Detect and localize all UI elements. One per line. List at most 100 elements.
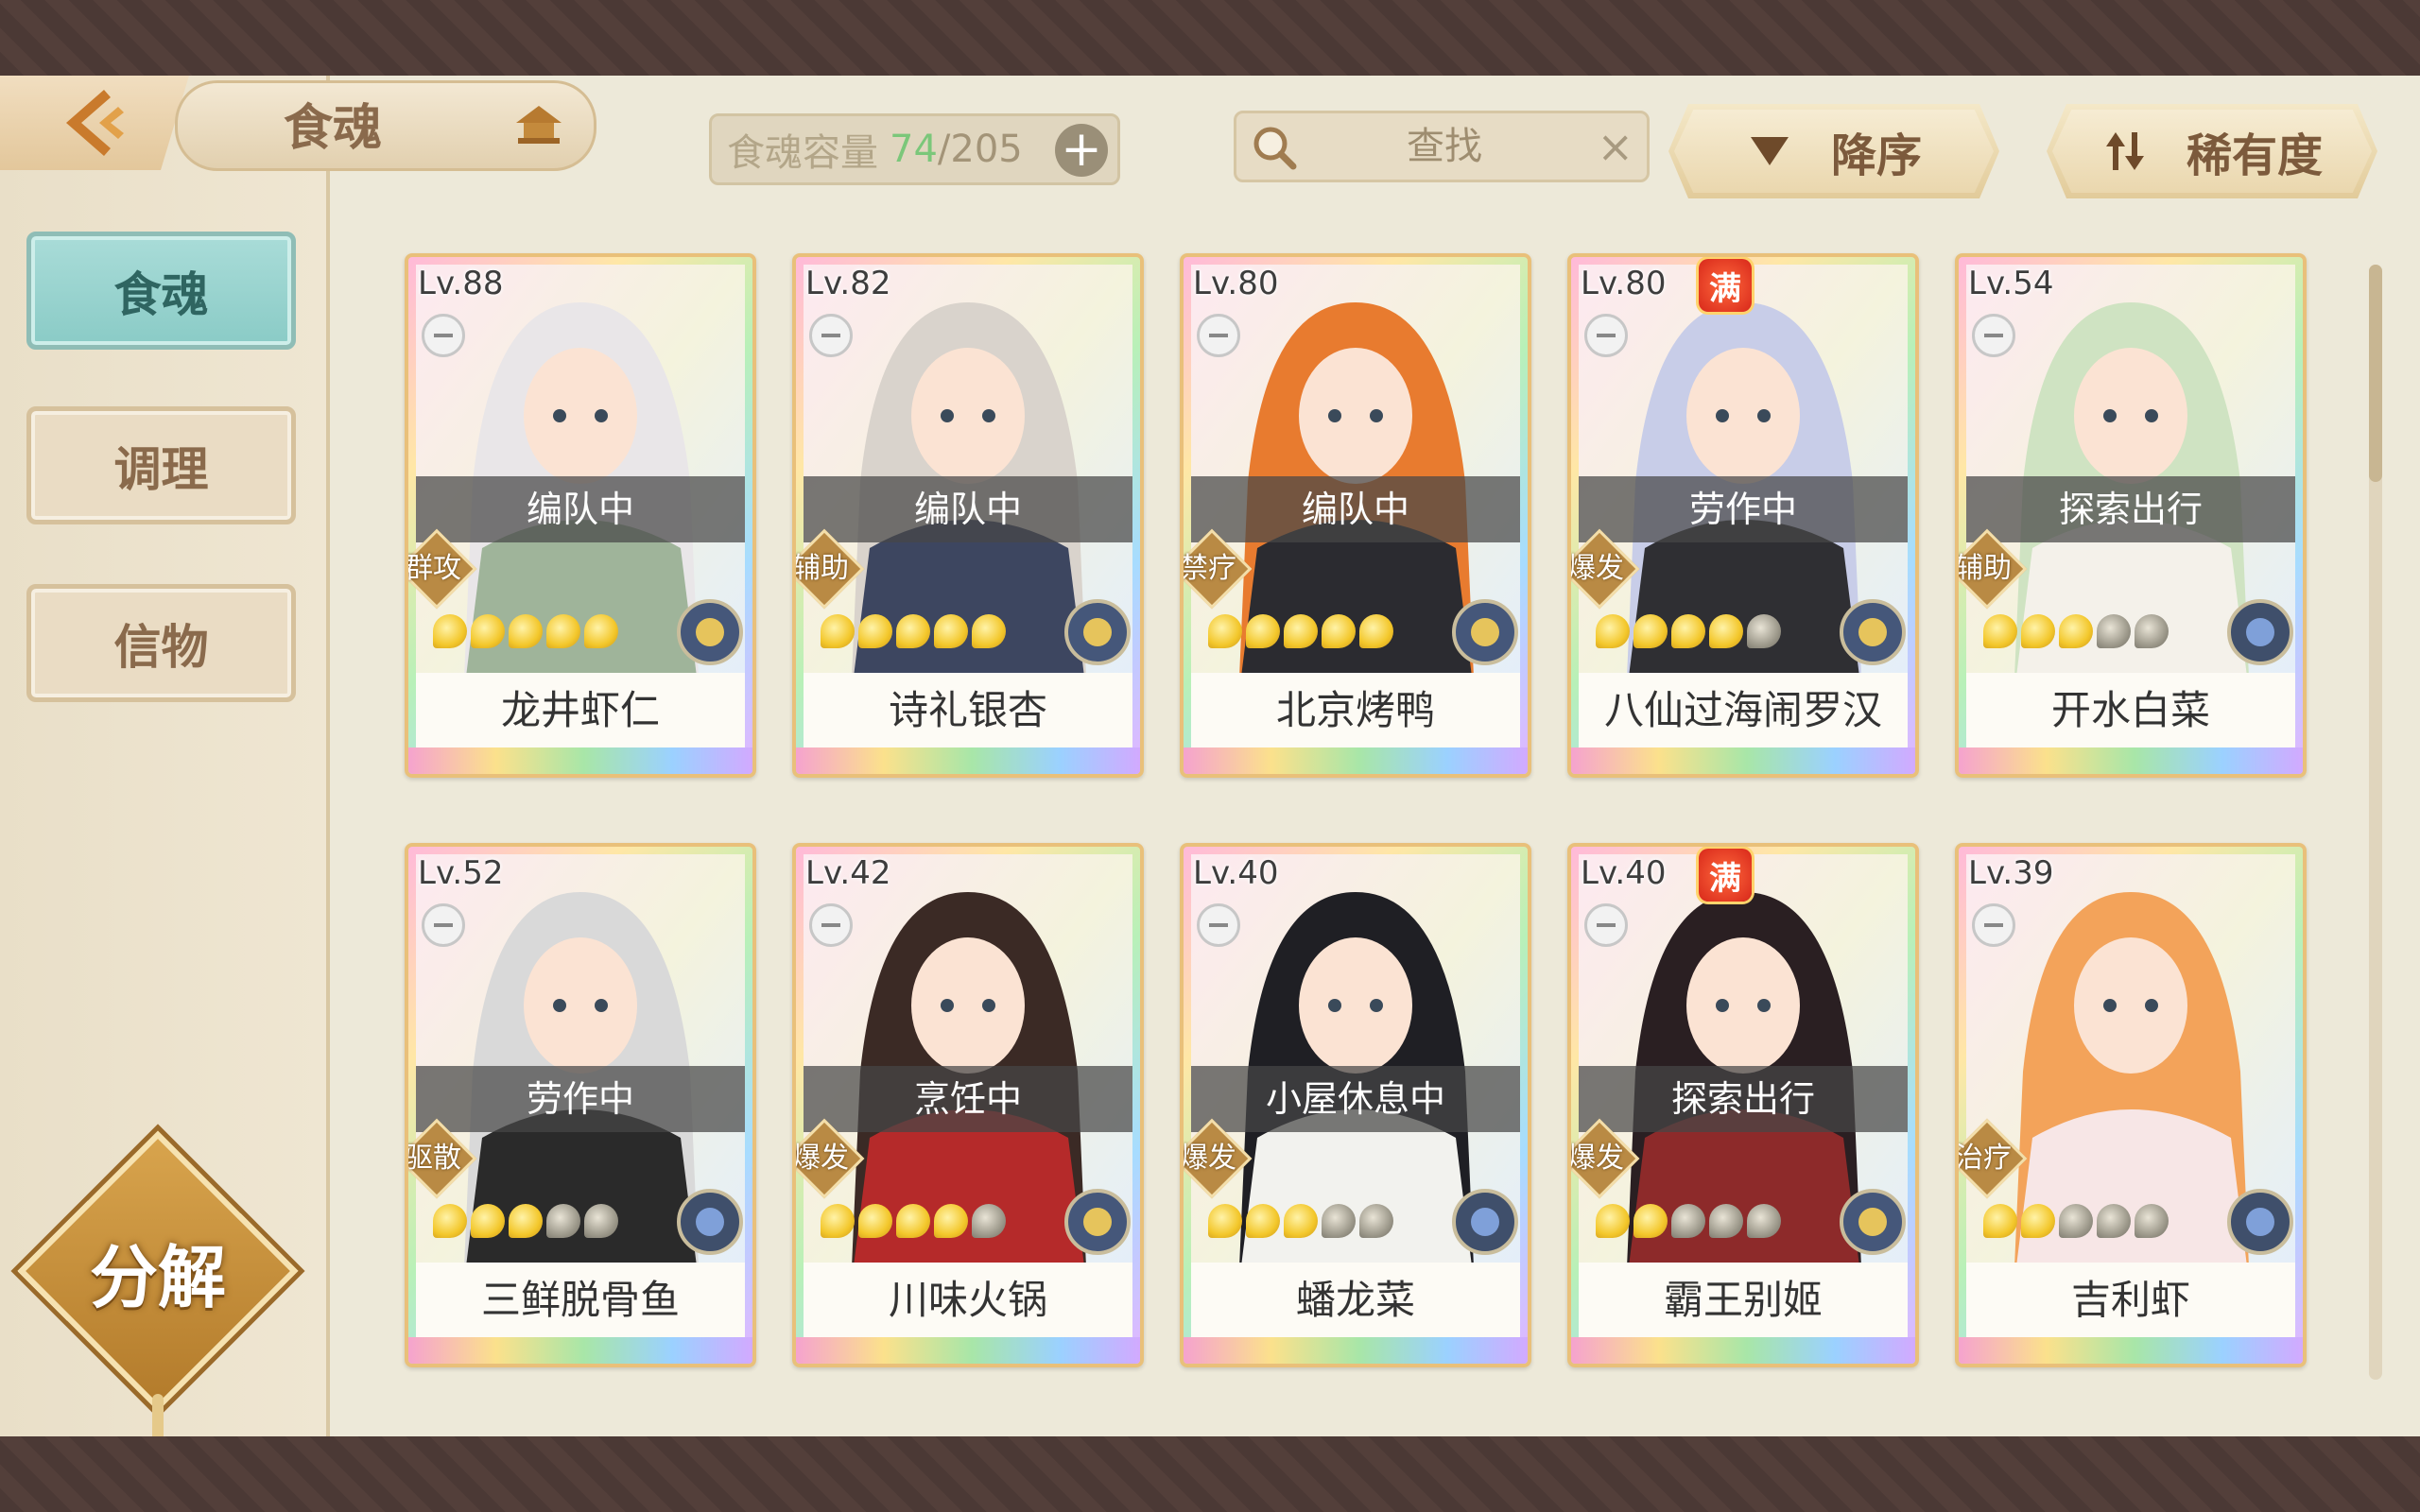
scrollbar-thumb[interactable]: [2369, 265, 2382, 482]
star-icon: [471, 614, 505, 648]
star-icon: [2021, 1204, 2055, 1238]
star-icon: [1709, 1204, 1743, 1238]
level-label: Lv.88: [418, 265, 504, 302]
bowl-icon: [1197, 903, 1240, 947]
star-icon: [1596, 614, 1630, 648]
blue-flower-icon: [2227, 1189, 2293, 1255]
food-soul-card[interactable]: Lv.39 治疗 吉利虾: [1955, 843, 2307, 1367]
star-icon: [1208, 614, 1242, 648]
star-icon: [1983, 614, 2017, 648]
star-rating: [821, 1204, 1006, 1238]
star-icon: [1747, 1204, 1781, 1238]
level-label: Lv.40: [1581, 854, 1667, 892]
status-label: 烹饪中: [804, 1066, 1132, 1132]
character-name: 三鲜脱骨鱼: [416, 1263, 745, 1338]
star-icon: [1709, 614, 1743, 648]
back-button[interactable]: [0, 76, 189, 170]
top-frame: [0, 0, 2420, 76]
max-badge: 满: [1699, 259, 1752, 312]
decompose-label[interactable]: 分解: [40, 1219, 276, 1323]
star-icon: [1246, 1204, 1280, 1238]
gold-flower-icon: [1840, 599, 1906, 665]
star-icon: [821, 1204, 855, 1238]
status-label: 编队中: [804, 476, 1132, 542]
character-name: 诗礼银杏: [804, 673, 1132, 748]
rarity-border: [1571, 1337, 1915, 1364]
rarity-border: [1959, 747, 2303, 774]
role-label: 爆发: [792, 1142, 849, 1175]
star-icon: [1671, 1204, 1705, 1238]
star-icon: [858, 614, 892, 648]
role-label: 辅助: [1955, 552, 2012, 585]
star-rating: [1596, 614, 1781, 648]
star-icon: [433, 614, 467, 648]
food-soul-card[interactable]: Lv.82 编队中 辅助 诗礼银杏: [792, 253, 1144, 778]
character-name: 八仙过海闹罗汉: [1579, 673, 1908, 748]
food-soul-card[interactable]: Lv.40 满探索出行 爆发 霸王别姬: [1567, 843, 1919, 1367]
level-label: Lv.54: [1968, 265, 2054, 302]
gold-flower-icon: [677, 599, 743, 665]
tab-label: 信物: [113, 618, 209, 675]
star-icon: [2135, 614, 2169, 648]
character-name: 川味火锅: [804, 1263, 1132, 1338]
tab-label: 食魂: [113, 266, 209, 322]
capacity-max: /205: [937, 128, 1023, 171]
food-soul-card[interactable]: Lv.42 烹饪中爆发川味火锅: [792, 843, 1144, 1367]
star-rating: [1208, 614, 1393, 648]
star-icon: [509, 614, 543, 648]
role-label: 爆发: [1180, 1142, 1236, 1175]
food-soul-card[interactable]: Lv.40 小屋休息中爆发蟠龙菜: [1180, 843, 1531, 1367]
sidebar: 食魂 调理 信物 分解: [0, 76, 330, 1488]
star-icon: [896, 614, 930, 648]
sort-order-button[interactable]: 降序: [1668, 104, 1999, 198]
pavilion-icon[interactable]: [510, 102, 567, 149]
gold-flower-icon: [1452, 599, 1518, 665]
tab-tokens[interactable]: 信物: [26, 584, 296, 702]
star-icon: [1284, 614, 1318, 648]
capacity-label: 食魂容量: [727, 131, 878, 175]
star-icon: [1359, 614, 1393, 648]
rarity-border: [1959, 1337, 2303, 1364]
rarity-border: [1571, 747, 1915, 774]
star-rating: [433, 1204, 618, 1238]
bowl-icon: [1972, 314, 2015, 357]
rarity-border: [408, 747, 752, 774]
add-capacity-button[interactable]: +: [1055, 124, 1108, 177]
level-label: Lv.42: [805, 854, 891, 892]
food-soul-card[interactable]: Lv.54 探索出行 辅助 开水白菜: [1955, 253, 2307, 778]
sort-field-button[interactable]: 稀有度: [2047, 104, 2377, 198]
tab-food-souls[interactable]: 食魂: [26, 232, 296, 350]
search-box[interactable]: 查找 ×: [1234, 111, 1650, 182]
star-rating: [433, 614, 618, 648]
status-label: 探索出行: [1966, 476, 2295, 542]
sort-arrows-icon: [2105, 132, 2144, 170]
star-icon: [1359, 1204, 1393, 1238]
rarity-border: [408, 1337, 752, 1364]
status-label: 小屋休息中: [1191, 1066, 1520, 1132]
level-label: Lv.80: [1581, 265, 1667, 302]
tab-conditioning[interactable]: 调理: [26, 406, 296, 524]
star-icon: [1634, 614, 1668, 648]
star-icon: [1747, 614, 1781, 648]
star-icon: [1596, 1204, 1630, 1238]
search-input[interactable]: 查找: [1407, 113, 1482, 180]
bowl-icon: [809, 314, 853, 357]
clear-icon[interactable]: ×: [1597, 113, 1634, 180]
bowl-icon: [809, 903, 853, 947]
character-name: 蟠龙菜: [1191, 1263, 1520, 1338]
status-label: 劳作中: [416, 1066, 745, 1132]
capacity-current: 74: [890, 128, 938, 171]
level-label: Lv.80: [1193, 265, 1279, 302]
gold-flower-icon: [1064, 1189, 1131, 1255]
star-icon: [546, 1204, 580, 1238]
food-soul-card[interactable]: Lv.80 编队中 禁疗 北京烤鸭: [1180, 253, 1531, 778]
search-icon: [1253, 127, 1297, 170]
star-icon: [2021, 614, 2055, 648]
star-rating: [1983, 1204, 2169, 1238]
food-soul-card[interactable]: Lv.80 满劳作中 爆发 八仙过海闹罗汉: [1567, 253, 1919, 778]
food-soul-card[interactable]: Lv.88 编队中 群攻 龙井虾仁: [405, 253, 756, 778]
star-icon: [1634, 1204, 1668, 1238]
level-label: Lv.40: [1193, 854, 1279, 892]
star-icon: [972, 614, 1006, 648]
food-soul-card[interactable]: Lv.52 劳作中 驱散 三鲜脱骨鱼: [405, 843, 756, 1367]
